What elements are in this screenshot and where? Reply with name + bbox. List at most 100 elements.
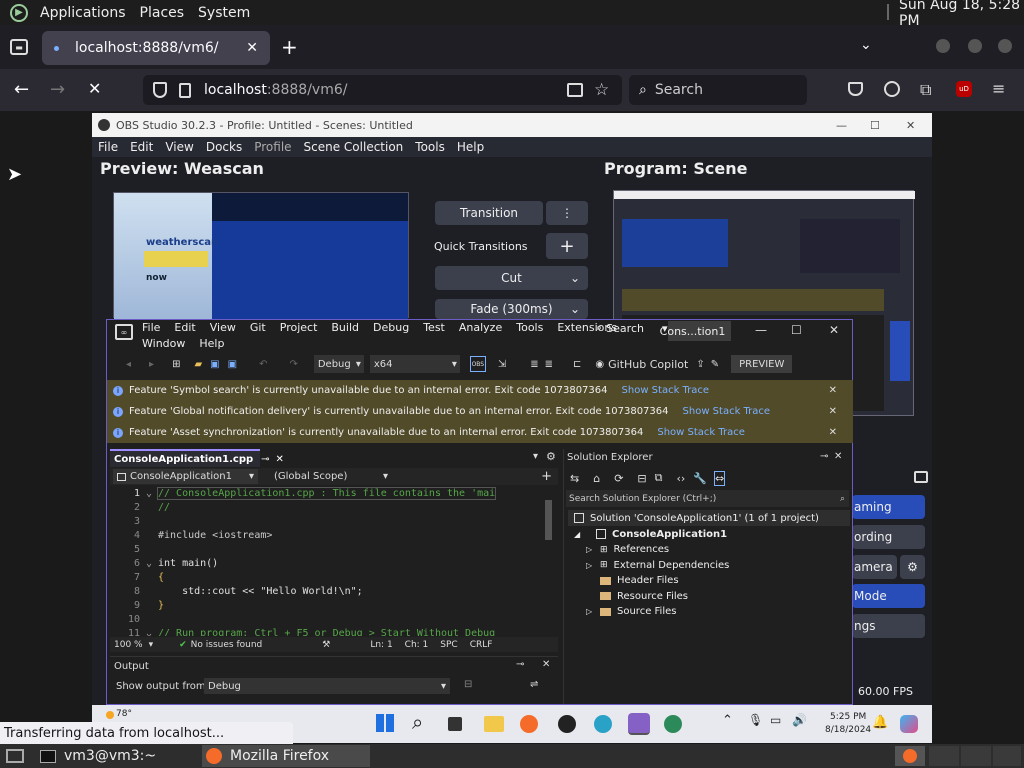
toolbar-step-icon[interactable]: ⇲ (498, 359, 506, 370)
vs-menu-test[interactable]: Test (423, 321, 445, 334)
window-minimize-icon[interactable] (936, 39, 950, 53)
editor-vertical-scrollbar[interactable] (545, 500, 552, 540)
show-stack-trace-link[interactable]: Show Stack Trace (683, 406, 771, 417)
copilot-label[interactable]: GitHub Copilot (608, 358, 688, 371)
add-quick-transition-icon[interactable]: + (546, 233, 588, 259)
toolbar-save-icon[interactable]: ▣ (210, 359, 219, 370)
se-collapse-icon[interactable]: ⊟ (637, 472, 646, 485)
line-ending[interactable]: CRLF (470, 640, 493, 650)
se-home-icon[interactable]: ⌂ (593, 472, 600, 485)
search-bar[interactable]: ⌕ Search (629, 75, 807, 105)
editor-tab-overflow-icon[interactable]: ▾ (533, 451, 538, 462)
bookmark-star-icon[interactable]: ☆ (594, 80, 609, 100)
reader-view-icon[interactable] (567, 83, 583, 97)
toolbar-feedback-icon[interactable]: ✎ (711, 359, 719, 370)
zoom-level[interactable]: 100 % (114, 640, 143, 650)
obs-minimize-icon[interactable]: — (836, 119, 847, 132)
weather-icon[interactable] (106, 711, 114, 719)
taskbar-item-firefox[interactable]: Mozilla Firefox (202, 745, 370, 767)
vs-menu-view[interactable]: View (210, 321, 236, 334)
window-close-icon[interactable] (998, 39, 1012, 53)
close-icon[interactable]: ✕ (829, 427, 837, 438)
toolbar-indent-icon[interactable]: ≣ (530, 359, 538, 370)
toolbar-copilot-icon[interactable]: ◉ (595, 359, 604, 370)
menu-system[interactable]: System (198, 5, 250, 21)
solution-explorer-close-icon[interactable]: ✕ (834, 451, 842, 462)
fold-icon[interactable]: ⌄ (140, 558, 158, 569)
taskbar-extra-icon[interactable] (664, 715, 682, 733)
preview-badge[interactable]: PREVIEW (731, 355, 793, 373)
toolbar-share-icon[interactable]: ⇪ (696, 359, 704, 370)
obs-menu-view[interactable]: View (165, 140, 193, 154)
close-icon[interactable]: ✕ (829, 385, 837, 396)
vs-solution-name-badge[interactable]: Cons...tion1 (660, 321, 731, 341)
tree-item-header-files[interactable]: Header Files (568, 573, 850, 588)
editor-tab-close-icon[interactable]: ✕ (276, 454, 284, 465)
taskbar-time[interactable]: 5:25 PM (830, 712, 866, 722)
obs-maximize-icon[interactable]: ☐ (870, 119, 880, 132)
se-show-all-icon[interactable]: ⧉ (655, 471, 663, 485)
se-code-icon[interactable]: ‹› (677, 472, 686, 485)
global-scope-dropdown[interactable]: (Global Scope) ▾ (258, 469, 388, 484)
tree-item-project[interactable]: ◢ ConsoleApplication1 (568, 526, 850, 542)
workspace-empty[interactable] (929, 746, 959, 766)
toolbar-forward-icon[interactable]: ▸ (149, 359, 154, 370)
preview-canvas[interactable]: weatherscan now (113, 192, 409, 319)
output-pin-icon[interactable]: ⊸ (516, 659, 524, 670)
workspace-firefox-icon[interactable] (895, 746, 925, 766)
url-bar[interactable]: localhost:8888/vm6/ ☆ (143, 75, 622, 105)
vs-menu-file[interactable]: File (142, 321, 160, 334)
virtual-camera-button[interactable]: amera (852, 555, 897, 579)
code-editor[interactable]: 1 ⌄// ConsoleApplication1.cpp : This file… (110, 486, 556, 636)
output-source-dropdown[interactable]: Debug ▾ (204, 678, 450, 694)
nav-add-icon[interactable]: + (541, 469, 552, 484)
tree-collapsed-icon[interactable]: ▷ (586, 561, 600, 570)
tab-overview-icon[interactable]: ▬ (10, 39, 28, 55)
forward-arrow-icon[interactable]: → (50, 79, 65, 100)
toolbar-obs-icon[interactable]: OBS (469, 356, 486, 372)
output-wrap-icon[interactable]: ⇌ (530, 679, 538, 690)
vs-menu-project[interactable]: Project (280, 321, 318, 334)
taskbar-date[interactable]: 8/18/2024 (825, 725, 871, 735)
account-icon[interactable] (884, 81, 900, 97)
new-tab-icon[interactable]: + (281, 35, 298, 59)
tree-collapsed-icon[interactable]: ▷ (586, 545, 600, 554)
obs-taskbar-icon[interactable] (558, 715, 576, 733)
shield-icon[interactable] (153, 82, 167, 98)
menu-places[interactable]: Places (140, 5, 185, 21)
fold-icon[interactable]: ⌄ (140, 488, 158, 499)
obs-menu-profile[interactable]: Profile (254, 140, 291, 154)
obs-menu-edit[interactable]: Edit (130, 140, 153, 154)
issues-text[interactable]: No issues found (191, 640, 263, 650)
tray-volume-icon[interactable]: 🔊 (792, 713, 807, 727)
tray-chevron-icon[interactable]: ⌃ (722, 713, 733, 728)
se-properties-icon[interactable]: 🔧 (693, 472, 707, 485)
taskbar-search-icon[interactable]: ⌕ (412, 710, 423, 734)
fold-icon[interactable]: ⌄ (140, 628, 158, 637)
toolbar-outdent-icon[interactable]: ≣ (545, 359, 553, 370)
virtual-camera-gear-icon[interactable]: ⚙ (900, 555, 925, 579)
zoom-chevron-icon[interactable]: ▾ (149, 640, 154, 650)
tree-item-source-files[interactable]: ▷ Source Files (568, 604, 850, 619)
output-close-icon[interactable]: ✕ (542, 659, 550, 670)
page-info-icon[interactable] (179, 82, 191, 98)
project-scope-dropdown[interactable]: ConsoleApplication1 ▾ (113, 469, 258, 484)
browser-taskbar-icon[interactable] (594, 715, 612, 733)
obs-menu-scene-collection[interactable]: Scene Collection (304, 140, 404, 154)
editor-tab-pin-icon[interactable]: ⊸ (261, 454, 269, 465)
tree-item-solution[interactable]: Solution 'ConsoleApplication1' (1 of 1 p… (568, 510, 850, 526)
tree-collapsed-icon[interactable]: ▷ (586, 607, 600, 616)
tree-item-references[interactable]: ▷ ⊞ References (568, 542, 850, 557)
hamburger-menu-icon[interactable]: ≡ (992, 79, 1005, 98)
tree-item-resource-files[interactable]: Resource Files (568, 588, 850, 604)
stop-loading-icon[interactable]: ✕ (88, 79, 101, 98)
pocket-icon[interactable] (848, 82, 863, 96)
gnome-foot-icon[interactable]: ▶ (10, 3, 28, 22)
copilot-taskbar-icon[interactable] (900, 715, 918, 733)
show-desktop-icon[interactable] (6, 749, 24, 763)
window-maximize-icon[interactable] (968, 39, 982, 53)
start-windows-icon[interactable] (376, 714, 394, 732)
workspace-empty[interactable] (961, 746, 991, 766)
toolbar-undo-icon[interactable]: ↶ (259, 359, 267, 370)
obs-menu-tools[interactable]: Tools (415, 140, 445, 154)
